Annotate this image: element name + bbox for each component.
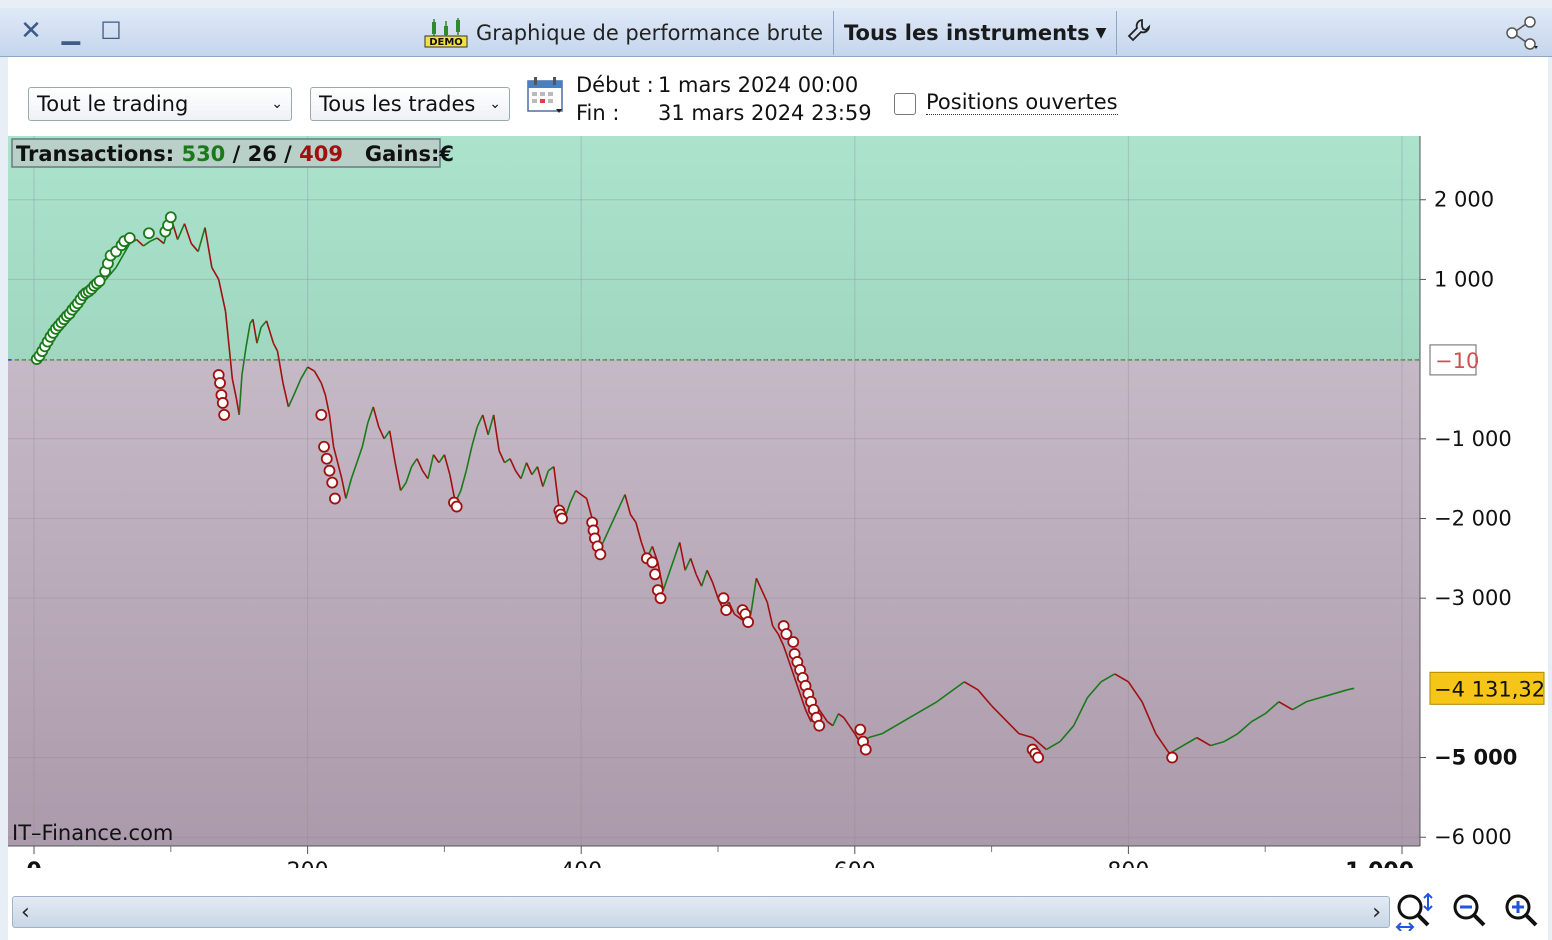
loss-marker[interactable] — [315, 409, 328, 421]
trade-type-value: Tous les trades — [319, 92, 476, 116]
open-positions-label[interactable]: Positions ouvertes — [926, 90, 1118, 115]
y-tick-label: −2 000 — [1434, 506, 1512, 530]
stats-wins: 530 — [174, 142, 225, 166]
stats-losses: 409 — [299, 142, 343, 166]
loss-marker[interactable] — [326, 476, 339, 489]
loss-marker[interactable] — [318, 440, 330, 453]
stats-currency: € — [438, 142, 454, 166]
share-icon[interactable] — [1504, 16, 1540, 50]
loss-marker[interactable] — [1166, 751, 1179, 764]
x-tick-label: 800 — [1107, 859, 1149, 868]
trading-scope-select[interactable]: Tout le trading ⌄ — [28, 87, 292, 121]
maximize-icon[interactable]: ☐ — [98, 18, 124, 44]
loss-marker[interactable] — [720, 604, 733, 617]
chevron-down-icon: ⌄ — [489, 96, 501, 112]
loss-marker[interactable] — [654, 592, 667, 605]
loss-marker[interactable] — [329, 492, 341, 505]
start-value[interactable]: 1 mars 2024 00:00 — [658, 73, 858, 97]
gain-marker[interactable] — [123, 232, 136, 244]
loss-marker[interactable] — [216, 397, 229, 409]
stats-transactions-label: Transactions: — [16, 142, 174, 166]
loss-marker[interactable] — [646, 556, 659, 569]
y-tick-label: 1 000 — [1434, 267, 1494, 291]
trading-scope-value: Tout le trading — [37, 92, 189, 116]
negative-zone — [8, 359, 1420, 846]
x-tick-label: 400 — [560, 859, 602, 868]
zoom-fit-icon[interactable] — [1394, 891, 1434, 932]
stats-slash: / — [225, 142, 247, 166]
y-tick-label: −6 000 — [1434, 825, 1512, 849]
stats-slash: / — [277, 142, 299, 166]
zero-line-label: −10 — [1435, 349, 1479, 373]
svg-text:DEMO: DEMO — [429, 37, 463, 48]
x-tick-label: 600 — [834, 859, 876, 868]
chevron-down-icon: ⌄ — [271, 96, 283, 112]
gain-marker[interactable] — [93, 275, 106, 287]
loss-marker[interactable] — [556, 512, 568, 525]
calendar-icon[interactable] — [526, 75, 566, 115]
loss-marker[interactable] — [813, 719, 826, 732]
scroll-right-icon[interactable]: › — [1372, 900, 1381, 925]
loss-marker[interactable] — [859, 743, 872, 756]
trade-type-select[interactable]: Tous les trades ⌄ — [310, 87, 510, 121]
date-range: Début :1 mars 2024 00:00 Fin : 31 mars 20… — [576, 71, 872, 127]
watermark: IT–Finance.com — [12, 821, 173, 845]
wrench-icon[interactable] — [1127, 18, 1151, 48]
positive-zone-shade — [8, 136, 1420, 360]
stats-text: Transactions: 530 / 26 / 409 Gains:€ — [16, 142, 454, 166]
title-separator-2 — [1116, 11, 1118, 55]
y-tick-label: −1 000 — [1434, 427, 1512, 451]
zoom-in-icon[interactable] — [1502, 891, 1542, 931]
loss-marker[interactable] — [594, 548, 607, 561]
chevron-down-icon: ▼ — [1095, 25, 1107, 41]
y-tick-label: 2 000 — [1434, 188, 1494, 212]
x-tick-label: 200 — [287, 859, 329, 868]
loss-marker[interactable] — [450, 500, 463, 513]
loss-marker[interactable] — [742, 616, 754, 628]
zoom-out-icon[interactable] — [1450, 891, 1490, 931]
loss-marker[interactable] — [854, 723, 867, 736]
loss-marker[interactable] — [218, 409, 231, 421]
end-label: Fin : — [576, 101, 620, 125]
window-titlebar: ✕ ▁ ☐ DEMO Graphique de performance brut… — [0, 8, 1552, 57]
main-panel: Tout le trading ⌄ Tous les trades ⌄ Débu… — [8, 57, 1548, 940]
loss-marker[interactable] — [717, 592, 730, 605]
open-positions-checkbox[interactable] — [894, 93, 916, 115]
loss-marker[interactable] — [1032, 751, 1045, 764]
y-tick-label: −3 000 — [1434, 586, 1512, 610]
scroll-left-icon[interactable]: ‹ — [21, 900, 30, 925]
close-icon[interactable]: ✕ — [18, 18, 44, 44]
window-title: Graphique de performance brute — [476, 21, 824, 45]
performance-chart[interactable]: 2 000 1 000 −1 000 −2 000 −3 000 −5 000 −6 000… — [8, 136, 1548, 868]
minimize-icon[interactable]: ▁ — [58, 18, 84, 44]
stats-breakeven: 26 — [248, 142, 277, 166]
x-tick-label: 0 — [26, 859, 41, 868]
instrument-selector-label: Tous les instruments — [844, 21, 1090, 45]
loss-marker[interactable] — [323, 464, 336, 477]
y-tick-label: −5 000 — [1434, 746, 1517, 770]
title-separator — [833, 11, 835, 55]
end-value[interactable]: 31 mars 2024 23:59 — [658, 101, 872, 125]
stats-gains-label: Gains: — [343, 142, 439, 166]
loss-marker[interactable] — [320, 452, 333, 465]
gain-marker[interactable] — [164, 211, 177, 224]
x-tick-label: 1 000 — [1345, 859, 1414, 868]
start-label: Début : — [576, 73, 654, 97]
loss-marker[interactable] — [214, 377, 226, 389]
horizontal-scrollbar[interactable]: ‹ › — [12, 896, 1390, 928]
gain-marker[interactable] — [143, 227, 155, 240]
loss-marker[interactable] — [649, 568, 661, 581]
loss-marker[interactable] — [787, 636, 800, 648]
last-value-label: −4 131,32 — [1434, 677, 1545, 701]
demo-chart-icon: DEMO — [424, 18, 468, 48]
title-area: DEMO Graphique de performance brute Tous… — [424, 11, 1151, 55]
instrument-selector[interactable]: Tous les instruments ▼ — [844, 21, 1106, 45]
window-controls: ✕ ▁ ☐ — [18, 18, 124, 44]
